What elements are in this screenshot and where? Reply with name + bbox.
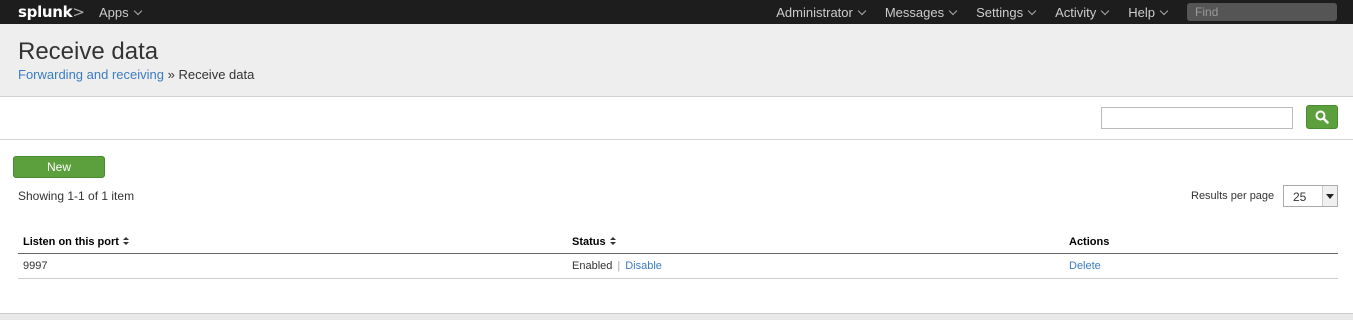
apps-menu[interactable]: Apps — [99, 5, 142, 20]
status-cell: Enabled | Disable — [572, 260, 662, 272]
breadcrumb-current: Receive data — [178, 67, 255, 82]
breadcrumb-link-forwarding[interactable]: Forwarding and receiving — [18, 67, 164, 82]
settings-menu-label: Settings — [976, 4, 1024, 20]
messages-menu-label: Messages — [884, 4, 945, 20]
port-cell: 9997 — [23, 260, 48, 272]
chevron-down-icon — [1101, 6, 1110, 15]
chevron-down-icon — [857, 6, 867, 15]
filter-input[interactable] — [1101, 107, 1293, 129]
chevron-down-icon — [948, 6, 958, 15]
activity-menu-label: Activity — [1055, 4, 1097, 20]
splunk-logo[interactable]: splunk> — [18, 3, 85, 21]
administrator-menu-label: Administrator — [776, 4, 853, 20]
status-text: Enabled — [572, 260, 613, 272]
filter-toolbar — [0, 97, 1353, 140]
dropdown-arrow-icon — [1322, 186, 1337, 206]
divider: | — [617, 260, 621, 272]
inputs-table: Listen on this port Status Actions 9997 … — [18, 231, 1338, 279]
disable-link[interactable]: Disable — [625, 260, 662, 272]
chevron-down-icon — [133, 6, 142, 16]
messages-menu[interactable]: Messages — [884, 4, 958, 20]
help-menu[interactable]: Help — [1128, 4, 1169, 20]
column-header-port[interactable]: Listen on this port — [23, 236, 129, 248]
logo-text: splunk — [18, 3, 73, 21]
column-header-port-label: Listen on this port — [23, 236, 119, 248]
search-icon — [1315, 110, 1329, 124]
results-count: Showing 1-1 of 1 item — [18, 189, 135, 203]
sort-icon — [609, 237, 616, 246]
breadcrumb: Forwarding and receiving » Receive data — [18, 67, 254, 82]
settings-menu[interactable]: Settings — [976, 4, 1037, 20]
delete-link[interactable]: Delete — [1069, 260, 1101, 272]
actions-cell: Delete — [1069, 260, 1101, 272]
chevron-down-icon — [1159, 6, 1169, 15]
help-menu-label: Help — [1128, 4, 1155, 20]
results-per-page-label: Results per page — [1191, 190, 1275, 202]
table-header: Listen on this port Status Actions — [18, 231, 1338, 254]
page-title: Receive data — [18, 38, 159, 65]
table-row: 9997 Enabled | Disable Delete — [18, 254, 1338, 279]
search-button[interactable] — [1306, 105, 1338, 129]
top-navigation-bar: splunk> Apps Administrator Messages Sett… — [0, 0, 1353, 24]
column-header-status-label: Status — [572, 236, 606, 248]
administrator-menu[interactable]: Administrator — [776, 4, 867, 20]
chevron-down-icon — [1027, 6, 1037, 15]
sort-icon — [122, 237, 129, 246]
column-header-actions: Actions — [1069, 236, 1110, 248]
find-input[interactable] — [1187, 3, 1337, 21]
logo-suffix: > — [72, 3, 85, 21]
breadcrumb-separator: » — [167, 67, 175, 82]
apps-menu-label: Apps — [99, 5, 129, 20]
results-per-page-value: 25 — [1293, 190, 1307, 204]
page-header: Receive data Forwarding and receiving » … — [0, 24, 1353, 97]
results-per-page-select[interactable]: 25 — [1283, 185, 1338, 207]
new-button[interactable]: New — [13, 156, 105, 178]
column-header-status[interactable]: Status — [572, 236, 616, 248]
top-right-menu: Administrator Messages Settings Activity… — [776, 0, 1353, 24]
activity-menu[interactable]: Activity — [1055, 4, 1110, 20]
